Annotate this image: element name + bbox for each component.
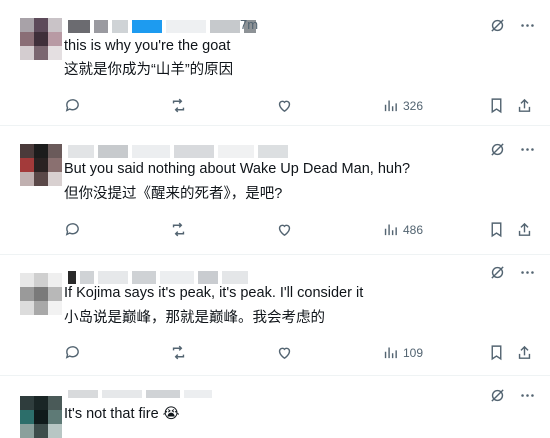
reply-item[interactable]: It's not that fire 😭 [0, 376, 550, 438]
reply-item[interactable]: But you said nothing about Wake Up Dead … [0, 126, 550, 254]
views-button[interactable]: 486 [382, 221, 423, 238]
more-icon[interactable] [518, 263, 536, 281]
grok-icon[interactable] [488, 263, 506, 281]
grok-icon[interactable] [488, 386, 506, 404]
reply-item[interactable]: If Kojima says it's peak, it's peak. I'l… [0, 255, 550, 375]
action-bar: 486 [64, 221, 534, 241]
grok-icon[interactable] [488, 16, 506, 34]
views-icon [384, 347, 397, 359]
reply-text-en: But you said nothing about Wake Up Dead … [64, 161, 411, 177]
views-button[interactable]: 109 [382, 344, 423, 361]
action-bar: 326 [64, 97, 534, 117]
reply-text-zh: 这就是你成为“山羊”的原因 [64, 62, 234, 78]
views-count: 109 [403, 345, 424, 360]
views-icon [384, 100, 397, 112]
views-icon [384, 224, 397, 236]
share-icon[interactable] [516, 344, 533, 361]
views-count: 486 [403, 222, 424, 237]
reply-text-en: If Kojima says it's peak, it's peak. I'l… [64, 285, 364, 301]
share-icon[interactable] [516, 97, 533, 114]
reply-text-zh: 小岛说是巅峰，那就是巅峰。我会考虑的 [64, 310, 325, 326]
more-icon[interactable] [518, 140, 536, 158]
more-icon[interactable] [518, 386, 536, 404]
like-icon[interactable] [276, 97, 293, 114]
display-name[interactable] [68, 145, 288, 158]
repost-icon[interactable] [170, 97, 187, 114]
display-name[interactable] [68, 271, 248, 284]
reply-item[interactable]: 7m this is why you're the goat 这就是你成为“山羊… [0, 0, 550, 132]
display-name[interactable] [68, 390, 212, 398]
more-icon[interactable] [518, 16, 536, 34]
reply-text-en: this is why you're the goat [64, 38, 231, 54]
grok-icon[interactable] [488, 140, 506, 158]
views-count: 326 [403, 98, 424, 113]
views-button[interactable]: 326 [382, 97, 423, 114]
avatar[interactable] [20, 18, 62, 60]
reply-text-en: It's not that fire 😭 [64, 406, 180, 422]
bookmark-icon[interactable] [488, 344, 505, 361]
avatar[interactable] [20, 273, 62, 315]
bookmark-icon[interactable] [488, 97, 505, 114]
avatar[interactable] [20, 144, 62, 186]
reply-icon[interactable] [64, 97, 81, 114]
reply-icon[interactable] [64, 221, 81, 238]
timestamp[interactable]: 7m [240, 17, 258, 32]
bookmark-icon[interactable] [488, 221, 505, 238]
repost-icon[interactable] [170, 344, 187, 361]
repost-icon[interactable] [170, 221, 187, 238]
like-icon[interactable] [276, 221, 293, 238]
reply-icon[interactable] [64, 344, 81, 361]
share-icon[interactable] [516, 221, 533, 238]
action-bar: 109 [64, 344, 534, 364]
reply-text-zh: 但你没提过《醒来的死者》，是吧? [64, 186, 283, 202]
display-name[interactable] [68, 20, 256, 33]
like-icon[interactable] [276, 344, 293, 361]
